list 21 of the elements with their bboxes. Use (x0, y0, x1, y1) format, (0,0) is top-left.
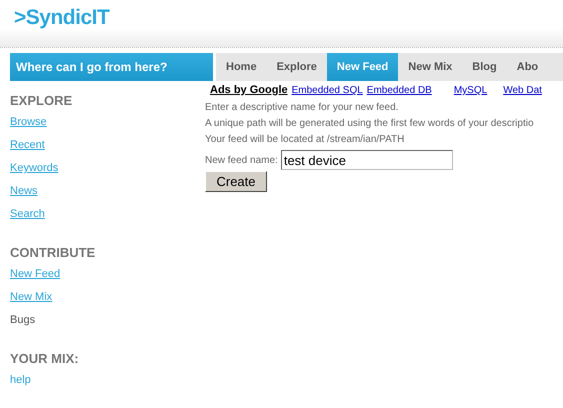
nav-tab[interactable]: Blog (462, 53, 507, 81)
nav-tab[interactable]: Explore (266, 53, 327, 81)
sidebar-heading: YOUR MIX: (10, 351, 80, 366)
nav-tab[interactable]: Home (216, 53, 267, 81)
ad-link[interactable]: Web Dat (503, 85, 542, 96)
nav-tab[interactable]: Abo (506, 53, 548, 81)
ad-link[interactable]: Embedded DB (366, 85, 432, 96)
ads-title: Ads by Google (210, 84, 288, 96)
create-button[interactable]: Create (205, 171, 267, 192)
ad-link[interactable]: MySQL (454, 85, 488, 96)
sidebar-text: Bugs (10, 314, 36, 326)
field-label: New feed name: (205, 154, 278, 166)
instruction-text: Enter a descriptive name for your new feed. (205, 101, 400, 115)
feed-name-field[interactable]: test device (280, 150, 453, 170)
sidebar-heading: EXPLORE (10, 93, 74, 108)
instruction-text: A unique path will be generated using the first few words of your descriptio (205, 117, 535, 131)
ad-link[interactable]: Embedded SQL (292, 85, 363, 96)
nav-tab[interactable]: New Mix (398, 53, 462, 81)
nav-prompt: Where can I go from here? (10, 53, 213, 81)
sidebar-heading: CONTRIBUTE (10, 245, 96, 260)
instruction-text: Your feed will be located at /stream/ian/PATH (205, 133, 406, 147)
